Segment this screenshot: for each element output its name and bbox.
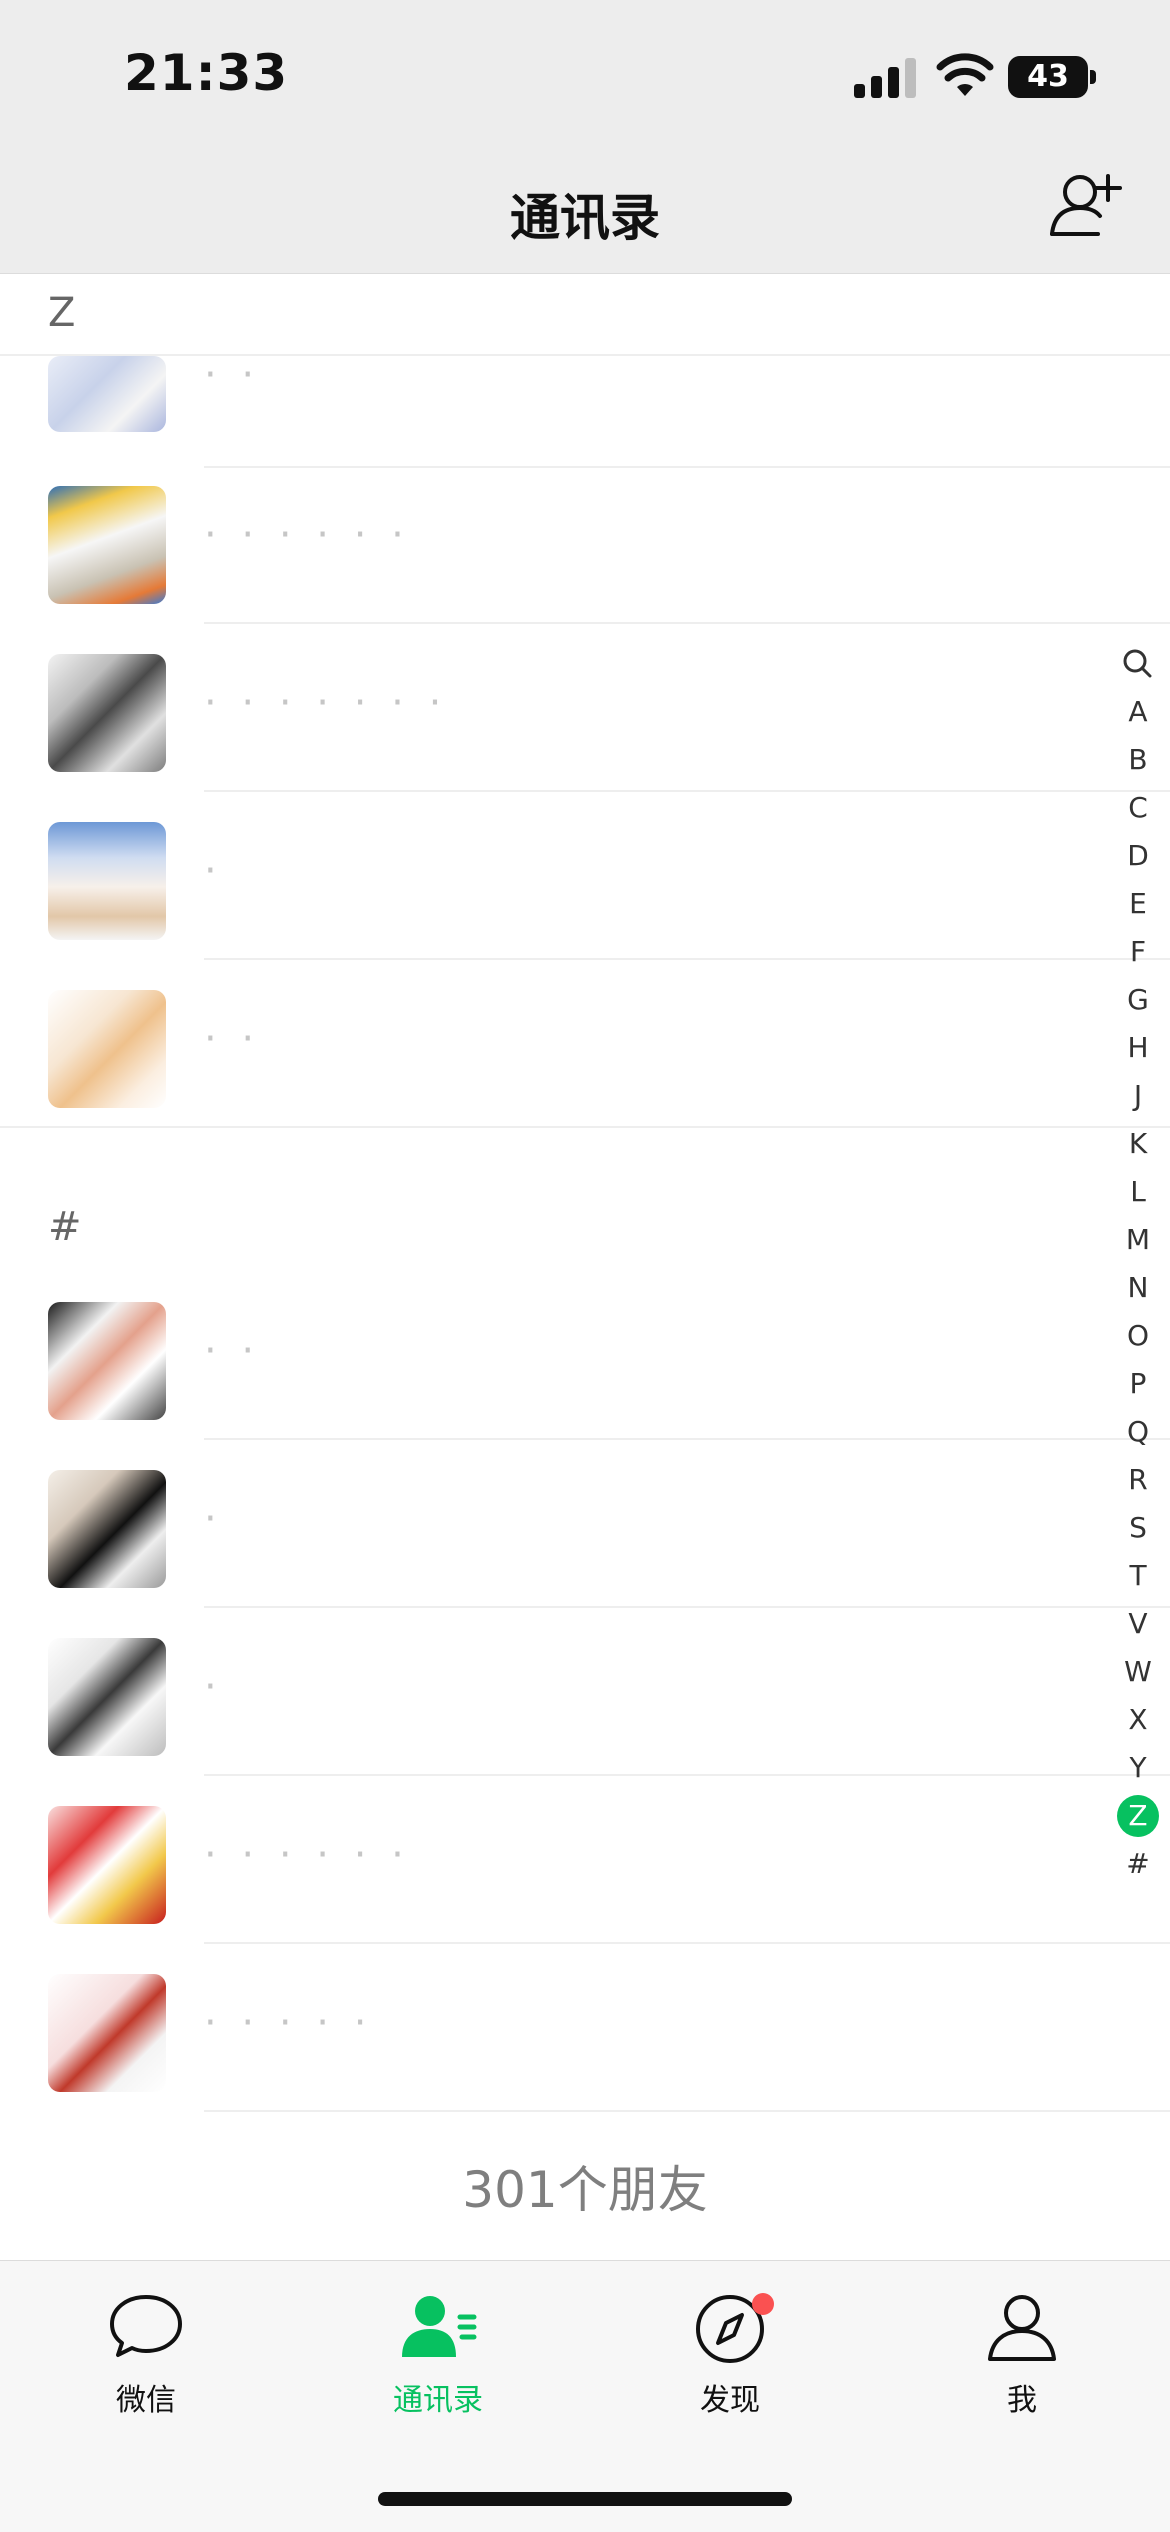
- index-letters: A B C D E F G H J K L M N O P Q R S T V W X Y Z #: [1114, 688, 1162, 1888]
- index-letter-hash[interactable]: #: [1114, 1840, 1162, 1888]
- index-letter-q[interactable]: Q: [1114, 1408, 1162, 1456]
- contact-name: · · · · · · ·: [204, 680, 448, 726]
- contact-row[interactable]: ·: [0, 1440, 1170, 1608]
- tab-discover[interactable]: 发现: [584, 2291, 876, 2419]
- signal-icon: [854, 58, 916, 98]
- contacts-icon: [402, 2296, 477, 2357]
- contact-row[interactable]: · · · · · ·: [0, 1776, 1170, 1944]
- person-icon: [988, 2295, 1056, 2361]
- battery-tip: [1090, 70, 1096, 84]
- chat-bubble-icon: [110, 2295, 182, 2357]
- index-letter-o[interactable]: O: [1114, 1312, 1162, 1360]
- contact-name: · · · · ·: [204, 2000, 373, 2046]
- index-letter-y[interactable]: Y: [1114, 1744, 1162, 1792]
- contact-row[interactable]: · ·: [0, 300, 1170, 468]
- contact-avatar: [48, 1974, 166, 2092]
- contact-name: · ·: [204, 1016, 261, 1062]
- contact-row[interactable]: · ·: [0, 1272, 1170, 1440]
- alphabet-index[interactable]: A B C D E F G H J K L M N O P Q R S T V W X Y Z #: [1114, 640, 1162, 1888]
- index-letter-l[interactable]: L: [1114, 1168, 1162, 1216]
- tab-chats-label: 微信: [116, 2383, 176, 2418]
- contact-row[interactable]: · ·: [0, 960, 1170, 1128]
- index-letter-m[interactable]: M: [1114, 1216, 1162, 1264]
- contact-avatar: [48, 1638, 166, 1756]
- index-letter-c[interactable]: C: [1114, 784, 1162, 832]
- index-letter-g[interactable]: G: [1114, 976, 1162, 1024]
- index-letter-a[interactable]: A: [1114, 688, 1162, 736]
- tab-contacts-label: 通讯录: [393, 2383, 483, 2418]
- index-search-icon[interactable]: [1114, 640, 1162, 688]
- section-header-hash: #: [48, 1204, 82, 1250]
- contact-row[interactable]: ·: [0, 792, 1170, 960]
- contact-avatar: [48, 822, 166, 940]
- index-letter-x[interactable]: X: [1114, 1696, 1162, 1744]
- index-letter-t[interactable]: T: [1114, 1552, 1162, 1600]
- tab-contacts[interactable]: 通讯录: [292, 2291, 584, 2419]
- index-letter-d[interactable]: D: [1114, 832, 1162, 880]
- index-letter-s[interactable]: S: [1114, 1504, 1162, 1552]
- index-letter-j[interactable]: J: [1114, 1072, 1162, 1120]
- index-letter-k[interactable]: K: [1114, 1120, 1162, 1168]
- index-letter-n[interactable]: N: [1114, 1264, 1162, 1312]
- page-title: 通讯录: [510, 189, 660, 247]
- index-letter-b[interactable]: B: [1114, 736, 1162, 784]
- contact-avatar: [48, 1470, 166, 1588]
- index-letter-h[interactable]: H: [1114, 1024, 1162, 1072]
- index-letter-z[interactable]: Z: [1117, 1795, 1159, 1837]
- contact-name: · · · · · ·: [204, 512, 410, 558]
- divider: [0, 1126, 1170, 1128]
- contact-name: · ·: [204, 352, 261, 398]
- battery-indicator: 43: [1008, 56, 1088, 98]
- contact-avatar: [48, 654, 166, 772]
- wifi-icon: [936, 53, 994, 96]
- home-indicator: [378, 2492, 792, 2506]
- contact-avatar: [48, 356, 166, 432]
- contact-row[interactable]: · · · · · · ·: [0, 624, 1170, 792]
- contact-avatar: [48, 486, 166, 604]
- index-letter-w[interactable]: W: [1114, 1648, 1162, 1696]
- index-letter-f[interactable]: F: [1114, 928, 1162, 976]
- tab-me[interactable]: 我: [876, 2291, 1168, 2419]
- status-time: 21:33: [124, 44, 289, 102]
- contact-name: ·: [204, 1496, 223, 1542]
- contact-avatar: [48, 1806, 166, 1924]
- tab-discover-label: 发现: [700, 2383, 760, 2418]
- contact-name: ·: [204, 848, 223, 894]
- index-letter-v[interactable]: V: [1114, 1600, 1162, 1648]
- index-letter-r[interactable]: R: [1114, 1456, 1162, 1504]
- add-friend-icon[interactable]: [1046, 168, 1126, 240]
- friend-count: 301个朋友: [462, 2161, 708, 2219]
- contact-row[interactable]: ·: [0, 1608, 1170, 1776]
- contact-avatar: [48, 1302, 166, 1420]
- contact-name: · · · · · ·: [204, 1832, 410, 1878]
- tab-chats[interactable]: 微信: [0, 2291, 292, 2419]
- index-letter-p[interactable]: P: [1114, 1360, 1162, 1408]
- top-bar: 21:33 43 通讯录: [0, 0, 1170, 274]
- divider: [204, 2110, 1170, 2112]
- contact-avatar: [48, 990, 166, 1108]
- notification-dot: [752, 2293, 774, 2315]
- contact-name: · ·: [204, 1328, 261, 1374]
- contact-row[interactable]: · · · · ·: [0, 1944, 1170, 2112]
- contact-name: ·: [204, 1664, 223, 1710]
- index-letter-e[interactable]: E: [1114, 880, 1162, 928]
- contact-row[interactable]: · · · · · ·: [0, 456, 1170, 624]
- tab-me-label: 我: [1007, 2383, 1037, 2418]
